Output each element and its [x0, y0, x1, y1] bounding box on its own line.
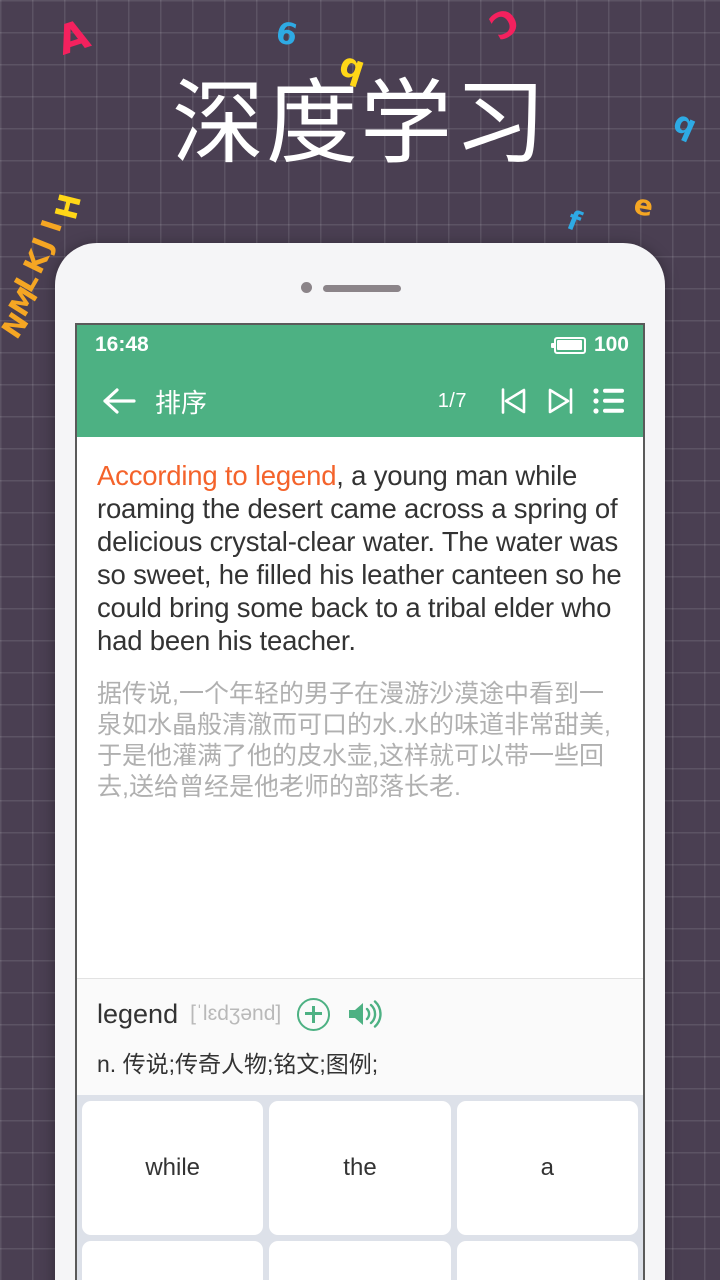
highlighted-phrase[interactable]: According to legend — [97, 460, 336, 491]
dictionary-header-row: legend [ˈlɛdʒənd] — [97, 997, 623, 1031]
phone-mockup: 16:48 100 排序 1/7 According to legend, a … — [55, 243, 665, 1280]
front-camera-icon — [301, 282, 312, 293]
dictionary-definition: n. 传说;传奇人物;铭文;图例; — [97, 1051, 379, 1077]
status-time: 16:48 — [95, 333, 149, 356]
word-tile[interactable]: young — [82, 1241, 264, 1280]
decorative-letter: A — [51, 11, 96, 65]
word-tile[interactable]: the — [269, 1101, 451, 1235]
phone-screen: 16:48 100 排序 1/7 According to legend, a … — [75, 323, 645, 1280]
status-bar: 16:48 100 — [77, 325, 643, 365]
dictionary-panel: legend [ˈlɛdʒənd] n. 传说;传奇人物;铭文;图例; — [77, 978, 643, 1095]
speaker-icon[interactable] — [346, 997, 386, 1031]
passage-area: According to legend, a young man while r… — [77, 437, 643, 978]
decorative-letter: e — [631, 187, 656, 224]
battery-icon — [550, 336, 586, 354]
decorative-letter: f — [562, 204, 586, 239]
hero-title: 深度学习 — [171, 73, 548, 175]
skip-previous-icon[interactable] — [493, 381, 533, 421]
dictionary-word: legend — [97, 998, 179, 1029]
plus-circle-icon[interactable] — [297, 997, 331, 1031]
decorative-letter: H — [49, 190, 90, 224]
page-title: 排序 — [155, 387, 208, 418]
english-passage: According to legend, a young man while r… — [97, 459, 623, 657]
word-tile[interactable]: roaming — [269, 1241, 451, 1280]
word-tile-grid: whilethea youngroamingman — [77, 1095, 643, 1280]
word-tile[interactable]: man — [456, 1241, 638, 1280]
decorative-letter: 6 — [272, 15, 301, 54]
decorative-letter: C — [481, 0, 526, 47]
skip-next-icon[interactable] — [541, 381, 581, 421]
earpiece-speaker — [323, 285, 401, 292]
app-bar: 排序 1/7 — [77, 365, 643, 437]
status-bar-right: 100 — [550, 333, 629, 357]
word-tile[interactable]: a — [456, 1101, 638, 1235]
word-tile[interactable]: while — [82, 1101, 264, 1235]
back-button[interactable] — [97, 379, 141, 423]
dictionary-phonetic: [ˈlɛdʒənd] — [190, 1002, 282, 1025]
list-icon[interactable] — [589, 381, 629, 421]
page-indicator: 1/7 — [437, 389, 467, 412]
poster-background: A6qCqefHIJKLMN 深度学习 16:48 100 排序 1/7 Acc… — [0, 0, 720, 1280]
decorative-letter: I — [34, 215, 70, 236]
chinese-translation: 据传说,一个年轻的男子在漫游沙漠途中看到一泉如水晶般清澈而可口的水.水的味道非常… — [97, 680, 611, 801]
battery-percent-label: 100 — [593, 333, 629, 356]
